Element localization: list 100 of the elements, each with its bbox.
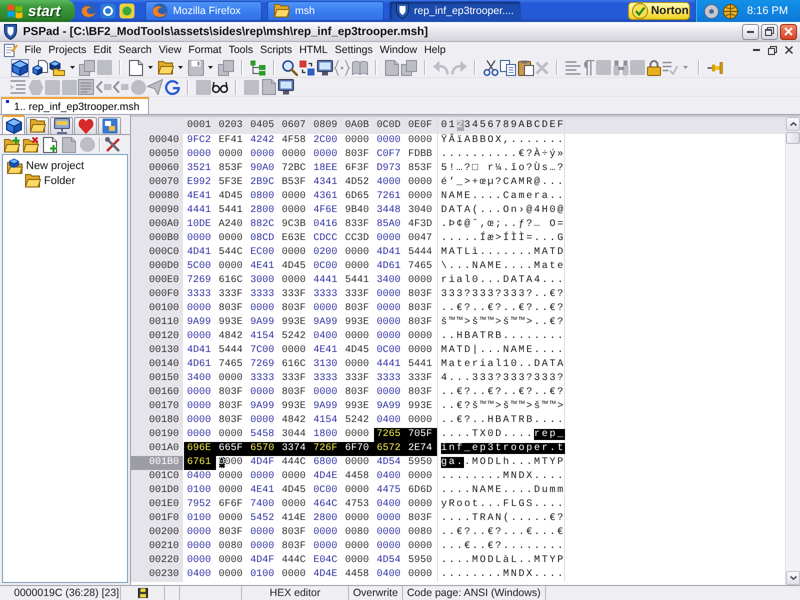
copy-icon[interactable] xyxy=(500,60,516,76)
hex-cell-text: 4D45 xyxy=(280,260,307,274)
g-icon[interactable] xyxy=(164,80,180,94)
hex-cell-text: 833F xyxy=(344,218,370,232)
restore-button[interactable] xyxy=(761,24,778,40)
hex-cell-text: 0000 xyxy=(407,498,434,512)
hex-cell-text: 0000 xyxy=(376,512,402,526)
hex-cell-text: FDBB xyxy=(407,148,434,162)
folder-icon[interactable] xyxy=(158,60,174,74)
column-header: 0C0D xyxy=(376,118,402,132)
menu-item[interactable]: Projects xyxy=(44,42,90,58)
menu-item[interactable]: Help xyxy=(420,42,450,58)
column-header: 01 2 3456789ABCDEF xyxy=(440,118,564,132)
scroll-up-button[interactable] xyxy=(786,117,800,131)
lock-icon[interactable] xyxy=(646,60,660,76)
hex-cell-text: 0000 xyxy=(186,148,212,162)
globe-icon[interactable] xyxy=(723,4,738,18)
ascii-text: ..€?..€?..€?..€? xyxy=(440,302,564,316)
replace-icon[interactable] xyxy=(299,60,315,76)
hex-cell-text: 9A99 xyxy=(312,400,338,414)
document-icon[interactable] xyxy=(128,60,144,76)
folder-cross-icon[interactable] xyxy=(23,136,39,152)
ascii-text: 333?333?333?..€? xyxy=(440,288,564,302)
hex-cell-text: 803F xyxy=(344,148,370,162)
disc-icon[interactable] xyxy=(704,4,719,18)
panel-tab[interactable] xyxy=(2,115,25,134)
monitor-icon[interactable] xyxy=(316,60,332,76)
scrollbar-thumb[interactable] xyxy=(786,132,800,144)
clipboard-icon[interactable] xyxy=(518,60,534,76)
hex-cell-text: 5C00 xyxy=(186,260,212,274)
tree-item[interactable]: New project xyxy=(26,160,84,172)
menu-item[interactable]: View xyxy=(155,42,185,58)
scissors-icon[interactable] xyxy=(482,60,498,76)
hex-cell-text: 0000 xyxy=(344,484,370,498)
row-address: 00080 xyxy=(131,190,183,204)
dot-app-icon[interactable] xyxy=(119,3,135,19)
security-button[interactable]: Norton xyxy=(628,2,690,20)
cube-icon[interactable] xyxy=(11,58,29,76)
search-icon[interactable] xyxy=(282,60,298,76)
hex-cell-text: 333F xyxy=(218,288,244,302)
hex-cell-text: 0000 xyxy=(186,386,212,400)
caret-icon[interactable] xyxy=(178,66,183,69)
tree-icon[interactable] xyxy=(250,60,266,76)
taskbar-button[interactable]: rep_inf_ep3trooper.... xyxy=(389,1,521,21)
cube-folder-icon[interactable] xyxy=(49,60,65,76)
menu-item[interactable]: Window xyxy=(376,42,421,58)
ascii-text: ŸÂïABBOX,....... xyxy=(440,134,564,148)
hex-cell-text: 0400 xyxy=(376,470,402,484)
hex-cell-text: 4D4E xyxy=(312,568,338,582)
scroll-down-button[interactable] xyxy=(786,571,800,585)
start-button[interactable]: start xyxy=(0,0,75,22)
caret-icon[interactable] xyxy=(148,66,153,69)
folder-plus-icon[interactable] xyxy=(4,136,20,152)
hex-cell-text: 4E41 xyxy=(312,344,338,358)
hex-cell-text: 4D4F xyxy=(249,456,276,470)
menu-item[interactable]: Search xyxy=(114,42,156,58)
menu-item[interactable]: Format xyxy=(184,42,226,58)
pushpin-icon[interactable] xyxy=(706,62,722,74)
ascii-text: ..€?..€?...€...€ xyxy=(440,526,564,540)
hex-cell-text: 0000 xyxy=(376,540,402,554)
ascii-text: 5!…?□ r¼.îo?Ùs…? xyxy=(440,162,564,176)
row-address: 00230 xyxy=(131,568,183,582)
menu-item[interactable]: File xyxy=(21,42,45,58)
monitor-icon[interactable] xyxy=(278,79,294,95)
hex-cell-text: 7C00 xyxy=(249,344,276,358)
menu-item[interactable]: Edit xyxy=(90,42,115,58)
taskbar-button[interactable]: msh xyxy=(267,1,384,21)
menu-item[interactable]: Scripts xyxy=(256,42,296,58)
restore-icon[interactable] xyxy=(768,46,777,54)
tree-item[interactable]: Folder xyxy=(44,174,76,186)
hex-cell-text: 6F3F xyxy=(344,162,370,176)
clock: 8:16 PM xyxy=(747,5,788,17)
close-button[interactable] xyxy=(780,24,797,40)
caret-icon[interactable] xyxy=(208,66,213,69)
document-cube-icon[interactable] xyxy=(32,60,48,76)
hex-cell-text: 333F xyxy=(407,372,434,386)
hex-cell-text: 08CD xyxy=(249,232,276,246)
panel-tab[interactable] xyxy=(50,117,73,134)
hex-cell-text: 333F xyxy=(344,372,370,386)
hex-cell-text: 4458 xyxy=(344,470,370,484)
hex-cell-text: 0100 xyxy=(186,512,212,526)
tools-icon[interactable] xyxy=(105,136,121,152)
app-icon[interactable] xyxy=(100,3,116,19)
minimize-button[interactable] xyxy=(742,24,759,40)
glasses-icon[interactable] xyxy=(212,81,228,93)
caret-icon[interactable] xyxy=(70,66,74,69)
hex-cell-text: 0000 xyxy=(376,386,402,400)
row-address: 001B0 xyxy=(131,456,183,470)
document-plus-icon[interactable] xyxy=(42,136,58,152)
hex-cell-text: 803F xyxy=(407,288,434,302)
hex-cell-text: 3044 xyxy=(280,428,307,442)
ascii-text: ..........€?À÷ý» xyxy=(440,148,564,162)
close-icon[interactable] xyxy=(785,46,793,54)
panel-tab[interactable] xyxy=(26,117,49,134)
menu-item[interactable]: Settings xyxy=(331,42,376,58)
taskbar-button[interactable]: Mozilla Firefox xyxy=(145,1,262,21)
menu-item[interactable]: HTML xyxy=(296,42,332,58)
menu-item[interactable]: Tools xyxy=(225,42,257,58)
hex-cell-text: 4842 xyxy=(218,330,244,344)
editor-tab[interactable]: 1.. rep_inf_ep3trooper.msh xyxy=(1,97,148,114)
